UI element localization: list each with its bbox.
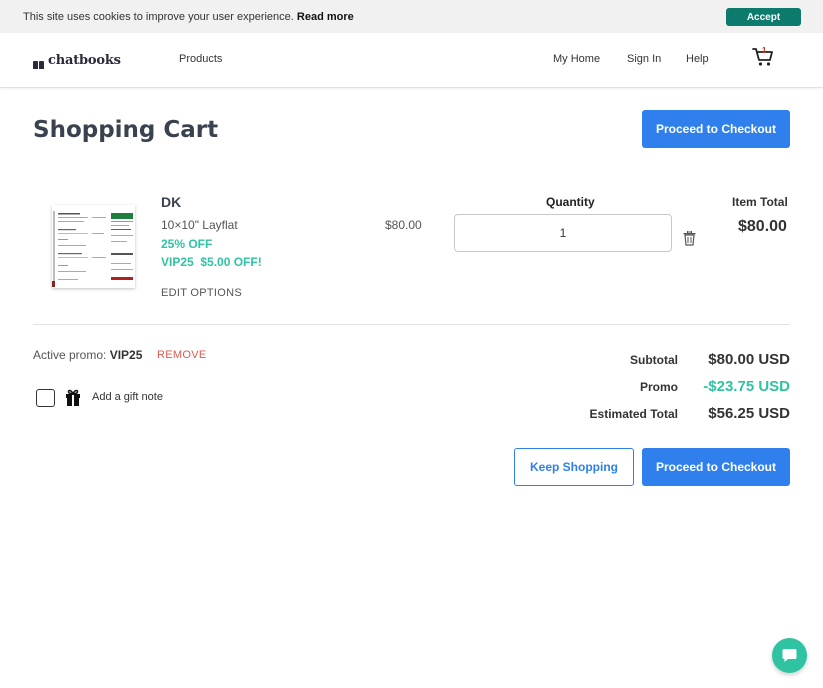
- chatbooks-logo[interactable]: chatbooks: [33, 53, 121, 69]
- page-title: Shopping Cart: [33, 117, 219, 143]
- logo-mark-icon: [33, 58, 46, 69]
- cart-count-badge: 1: [762, 46, 767, 55]
- item-discount: 25% OFF: [161, 237, 213, 251]
- site-header: chatbooks Products My Home Sign In Help …: [0, 33, 823, 88]
- cookie-banner: This site uses cookies to improve your u…: [0, 0, 823, 33]
- item-promo: VIP25 $5.00 OFF!: [161, 255, 262, 269]
- item-size: 10×10" Layflat: [161, 218, 238, 232]
- promo-value: -$23.75 USD: [703, 378, 790, 395]
- estimated-total-value: $56.25 USD: [708, 405, 790, 422]
- item-total-value: $80.00: [738, 218, 787, 235]
- item-price: $80.00: [385, 218, 422, 232]
- active-promo: Active promo: VIP25: [33, 348, 142, 362]
- nav-products[interactable]: Products: [179, 53, 222, 65]
- cookie-text: This site uses cookies to improve your u…: [23, 11, 294, 23]
- chat-bubble-icon: [782, 649, 797, 662]
- item-name: DK: [161, 194, 182, 210]
- item-total-label: Item Total: [732, 195, 788, 209]
- gift-icon: [66, 389, 80, 406]
- subtotal-label: Subtotal: [630, 353, 678, 367]
- nav-sign-in[interactable]: Sign In: [627, 53, 661, 65]
- nav-help[interactable]: Help: [686, 53, 709, 65]
- remove-promo-link[interactable]: REMOVE: [157, 349, 206, 361]
- chat-button[interactable]: [772, 638, 807, 673]
- logo-text: chatbooks: [48, 53, 121, 68]
- active-promo-code: VIP25: [109, 348, 143, 362]
- divider: [33, 324, 790, 325]
- product-thumbnail[interactable]: [52, 205, 135, 288]
- cookie-message: This site uses cookies to improve your u…: [23, 11, 354, 23]
- subtotal-value: $80.00 USD: [708, 351, 790, 368]
- promo-label: Promo: [639, 380, 678, 394]
- read-more-link[interactable]: Read more: [297, 11, 354, 23]
- edit-options-link[interactable]: EDIT OPTIONS: [161, 287, 242, 299]
- quantity-input[interactable]: [454, 214, 672, 252]
- accept-cookies-button[interactable]: Accept: [726, 8, 801, 26]
- estimated-total-label: Estimated Total: [589, 407, 678, 421]
- gift-note-checkbox[interactable]: [36, 389, 55, 407]
- quantity-label: Quantity: [546, 195, 595, 209]
- proceed-to-checkout-button-bottom[interactable]: Proceed to Checkout: [642, 448, 790, 486]
- keep-shopping-button[interactable]: Keep Shopping: [514, 448, 634, 486]
- trash-icon[interactable]: [683, 231, 696, 246]
- proceed-to-checkout-button-top[interactable]: Proceed to Checkout: [642, 110, 790, 148]
- gift-note-label[interactable]: Add a gift note: [92, 391, 163, 403]
- nav-my-home[interactable]: My Home: [553, 53, 600, 65]
- active-promo-label: Active promo:: [33, 348, 107, 362]
